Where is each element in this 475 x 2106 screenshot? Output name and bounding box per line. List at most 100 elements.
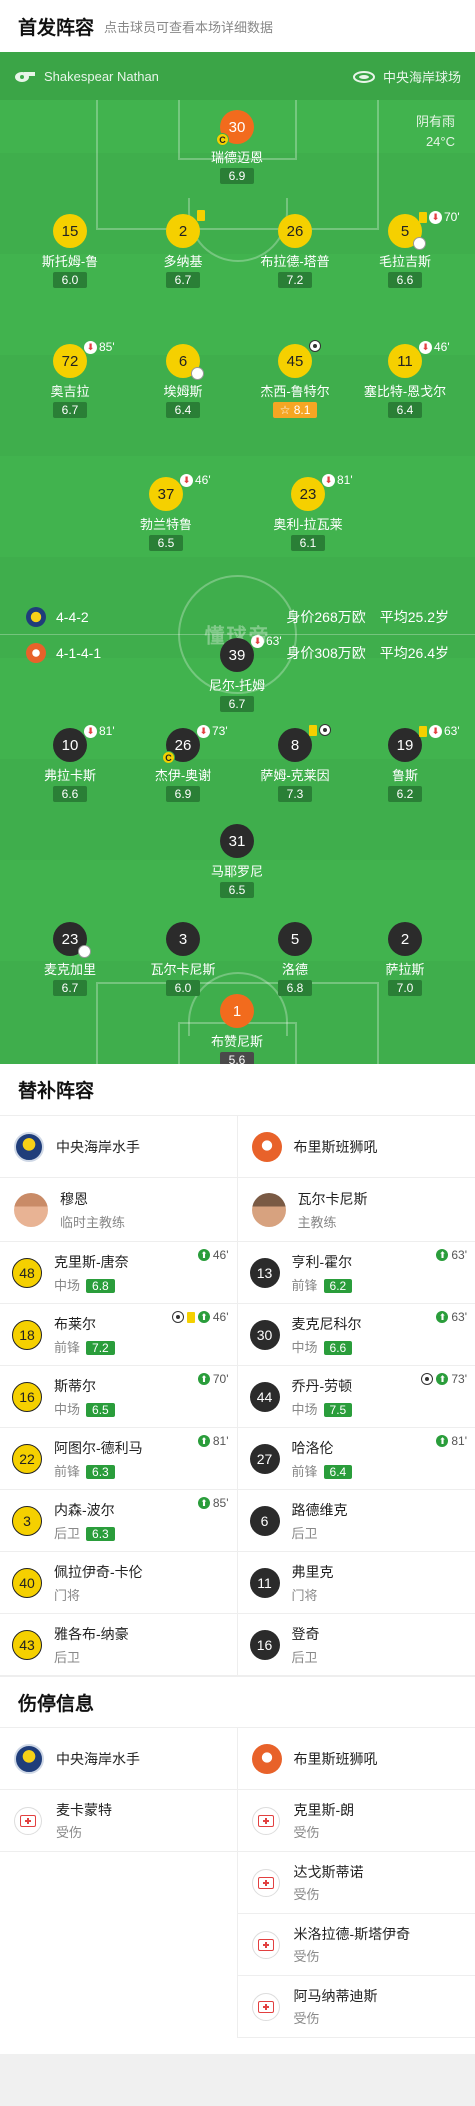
substitution-minute: 81' [337,473,353,487]
sub-player-info: 登奇 后卫 [292,1624,320,1666]
sub-player-row[interactable]: 6 路德维克 后卫 [237,1490,475,1552]
sub-player-row[interactable]: 3 内森-波尔 后卫 6.3 ⬆ 85' [0,1490,237,1552]
sub-player-row[interactable]: 40 佩拉伊奇-卡伦 门将 [0,1552,237,1614]
sub-player-rating: 7.2 [86,1340,115,1355]
away-coach[interactable]: 瓦尔卡尼斯 主教练 [237,1178,475,1242]
injury-status: 受伤 [293,1887,320,1902]
away-subs-team-header[interactable]: 布里斯班狮吼 [237,1116,475,1178]
away-player-marker[interactable]: 1 布赞尼斯 5.6 [187,994,287,1064]
away-formation: 4-1-4-1 [56,645,102,661]
home-player-marker[interactable]: 37 ⬇ 46' 勃兰特鲁 6.5 [116,473,216,552]
sub-player-row[interactable]: 30 麦克尼科尔 中场 6.6 ⬆ 63' [237,1304,475,1366]
sub-player-name: 登奇 [291,1625,320,1642]
home-injury-team-header[interactable]: 中央海岸水手 [0,1728,237,1790]
sub-player-row[interactable]: 48 克里斯-唐奈 中场 6.8 ⬆ 46' [0,1242,237,1304]
away-player-marker[interactable]: 23 麦克加里 6.7 [20,922,120,997]
home-player-marker[interactable]: 26 布拉德-塔普 7.2 [245,214,345,289]
sub-player-position: 前锋 6.2 [292,1275,353,1294]
sub-player-position-text: 前锋 [54,1463,81,1479]
away-player-marker[interactable]: 26 C ⬇ 73' 杰伊-奥谢 6.9 [133,724,233,803]
injury-row[interactable]: 麦卡蒙特 受伤 [0,1790,237,1852]
player-name: 马耶罗尼 [210,864,263,879]
substitution-in-icon: ⬆ [197,1497,210,1509]
sub-player-row[interactable]: 16 斯蒂尔 中场 6.5 ⬆ 70' [0,1366,237,1428]
away-player-marker[interactable]: 3 瓦尔卡尼斯 6.0 [133,922,233,997]
away-player-marker[interactable]: 31 马耶罗尼 6.5 [187,824,287,899]
away-player-marker[interactable]: 5 洛德 6.8 [245,922,345,997]
injury-row[interactable]: 阿马纳蒂迪斯 受伤 [237,1976,475,2038]
sub-player-row[interactable]: 13 亨利-霍尔 前锋 6.2 ⬆ 63' [237,1242,475,1304]
home-coach-avatar [14,1192,48,1227]
home-team-summary: 4-4-2 身价268万欧 平均25.2岁 [0,605,475,629]
player-number: 72 [61,352,79,370]
home-subs-team-header[interactable]: 中央海岸水手 [0,1116,237,1178]
player-rating: 6.6 [388,272,422,288]
away-market-value: 身价308万欧 [286,645,366,661]
sub-player-name: 克里斯-唐奈 [54,1253,129,1270]
sub-player-rating: 6.3 [86,1526,115,1541]
away-player-marker[interactable]: 39 ⬇ 63' 尼尔-托姆 6.7 [187,634,287,713]
sub-player-row[interactable]: 43 雅各布-纳豪 后卫 [0,1614,237,1676]
boot-icon [413,237,426,250]
home-coach-role: 临时主教练 [60,1214,126,1230]
away-injury-team-header[interactable]: 布里斯班狮吼 [237,1728,475,1790]
home-player-marker[interactable]: 30 C 瑞德迈恩 6.9 [187,110,287,185]
injured-player-name: 达戈斯蒂诺 [293,1864,364,1880]
player-number-circle: 10 [53,728,87,762]
player-number: 31 [228,832,246,850]
injury-row[interactable]: 克里斯-朗 受伤 [237,1790,475,1852]
player-events [309,724,331,736]
away-player-marker[interactable]: 10 ⬇ 81' 弗拉卡斯 6.6 [20,724,120,803]
away-player-marker[interactable]: 2 萨拉斯 7.0 [355,922,455,997]
player-number-circle: 11 [388,344,422,378]
player-number: 2 [400,930,410,948]
away-player-marker[interactable]: 19 ⬇ 63' 鲁斯 6.2 [355,724,460,803]
substitution-minute: 81' [212,1434,229,1448]
sub-player-row[interactable]: 27 哈洛伦 前锋 6.4 ⬆ 81' [237,1428,475,1490]
sub-player-row[interactable]: 44 乔丹-劳顿 中场 7.5 ⬆ 73' [237,1366,475,1428]
home-player-marker[interactable]: 5 ⬇ 70' 毛拉吉斯 6.6 [355,210,460,289]
sub-player-row[interactable]: 18 布莱尔 前锋 7.2 ⬆ 46' [0,1304,237,1366]
home-coach[interactable]: 穆恩 临时主教练 [0,1178,237,1242]
substitution-minute: 63' [266,634,282,648]
sub-player-number: 30 [249,1319,280,1350]
sub-player-rating: 6.2 [323,1278,353,1293]
player-events: ⬇ 85' [84,340,115,354]
home-coach-name: 穆恩 [60,1190,88,1207]
home-player-marker[interactable]: 45 杰西-鲁特尔 ☆ 8.1 [245,340,345,419]
player-number: 5 [290,930,300,948]
sub-player-name: 弗里克 [291,1563,334,1580]
sub-player-info: 内森-波尔 后卫 6.3 [54,1500,115,1542]
away-coach-name: 瓦尔卡尼斯 [297,1190,368,1207]
player-name: 塞比特-恩戈尔 [363,384,447,399]
home-player-marker[interactable]: 15 斯托姆-鲁 6.0 [20,214,120,289]
home-player-marker[interactable]: 6 埃姆斯 6.4 [133,344,233,419]
sub-player-rating: 6.6 [323,1340,353,1355]
home-player-marker[interactable]: 72 ⬇ 85' 奥吉拉 6.7 [20,340,120,419]
sub-player-events: ⬆ 85' [197,1496,229,1510]
player-number: 19 [396,736,414,754]
substitution-minute: 73' [212,724,228,738]
home-player-marker[interactable]: 23 ⬇ 81' 奥利-拉瓦莱 6.1 [258,473,358,552]
goal-ball-icon [309,340,321,352]
player-name: 萨拉斯 [385,962,425,977]
player-number: 8 [290,736,300,754]
weather-info: 阴有雨 24°C [416,112,455,152]
sub-player-row[interactable]: 11 弗里克 门将 [237,1552,475,1614]
sub-player-row[interactable]: 16 登奇 后卫 [237,1614,475,1676]
sub-player-row[interactable]: 22 阿图尔-德利马 前锋 6.3 ⬆ 81' [0,1428,237,1490]
injury-status: 受伤 [293,1825,320,1840]
away-player-marker[interactable]: 8 萨姆-克莱因 7.3 [245,724,345,803]
sub-player-events: ⬆ 81' [436,1434,467,1448]
injury-row[interactable]: 达戈斯蒂诺 受伤 [237,1852,475,1914]
player-number: 23 [299,485,317,503]
sub-player-number: 18 [12,1319,42,1350]
player-number-circle: 23 [291,477,325,511]
sub-player-info: 哈洛伦 前锋 6.4 [292,1438,353,1480]
substitution-out-icon: ⬇ [419,340,432,354]
injury-row[interactable]: 米洛拉德-斯塔伊奇 受伤 [237,1914,475,1976]
player-rating: 6.5 [220,882,254,898]
home-player-marker[interactable]: 11 ⬇ 46' 塞比特-恩戈尔 6.4 [355,340,455,419]
venue-info: 中央海岸球场 [352,67,461,86]
home-player-marker[interactable]: 2 多纳基 6.7 [133,210,233,289]
